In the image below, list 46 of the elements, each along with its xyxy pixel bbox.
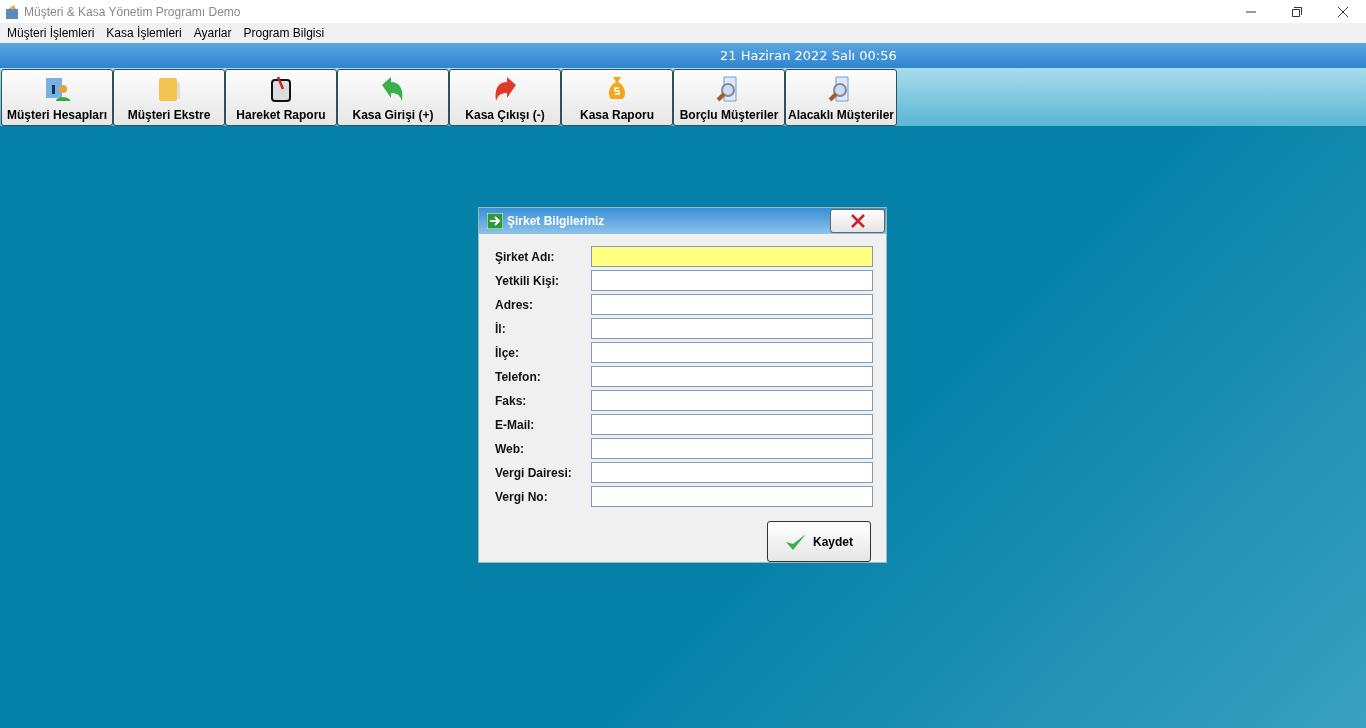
- text-field[interactable]: [590, 342, 873, 363]
- text-field[interactable]: [590, 318, 873, 339]
- text-field[interactable]: [590, 270, 873, 291]
- close-icon: [850, 214, 865, 228]
- toolbar-button[interactable]: Kasa Raporu: [561, 69, 673, 126]
- text-field[interactable]: [590, 366, 873, 387]
- toolbar-button[interactable]: Kasa Girişi (+): [337, 69, 449, 126]
- field-label: Şirket Adı:: [495, 249, 556, 264]
- field-label: Adres:: [495, 297, 534, 312]
- text-field[interactable]: [590, 414, 873, 435]
- text-field[interactable]: [590, 438, 873, 459]
- field-label: E-Mail:: [495, 417, 536, 432]
- restore-icon: [1292, 6, 1302, 17]
- menu-item[interactable]: Kasa İşlemleri: [100, 26, 188, 40]
- toolbar-button[interactable]: Kasa Çıkışı (-): [449, 69, 561, 126]
- text-field[interactable]: [590, 486, 873, 507]
- menu-item[interactable]: Müşteri İşlemleri: [1, 26, 101, 40]
- close-button[interactable]: [830, 209, 885, 233]
- field-label: Vergi No:: [495, 489, 549, 504]
- window-title: Müşteri & Kasa Yönetim Programı Demo: [24, 4, 241, 19]
- field-label: Telefon:: [495, 369, 542, 384]
- toolbar-button[interactable]: Müşteri Hesapları: [1, 69, 113, 126]
- text-field[interactable]: [590, 462, 873, 483]
- field-label: Yetkili Kişi:: [495, 273, 561, 288]
- field-label: İl:: [495, 321, 507, 336]
- app-icon: [4, 3, 20, 20]
- text-field[interactable]: [590, 294, 873, 315]
- field-label: Faks:: [495, 393, 528, 408]
- text-field[interactable]: [590, 390, 873, 411]
- save-button[interactable]: Kaydet: [767, 521, 871, 562]
- dialog-title: Şirket Bilgileriniz: [507, 214, 605, 228]
- menu-item[interactable]: Program Bilgisi: [237, 26, 331, 40]
- contact-card-icon: [43, 75, 71, 103]
- check-icon: [785, 531, 807, 552]
- field-label: İlçe:: [495, 345, 520, 360]
- toolbar-button[interactable]: Borçlu Müşteriler: [673, 69, 785, 126]
- toolbar-button[interactable]: Müşteri Ekstre: [113, 69, 225, 126]
- field-label: Web:: [495, 441, 526, 456]
- date-time: 21 Haziran 2022 Salı 00:56: [720, 48, 897, 63]
- toolbar-button[interactable]: Hareket Raporu: [225, 69, 337, 126]
- text-field[interactable]: [590, 246, 873, 267]
- menu-item[interactable]: Ayarlar: [187, 26, 238, 40]
- close-icon: [1338, 6, 1348, 17]
- toolbar-button[interactable]: Alacaklı Müşteriler: [785, 69, 897, 126]
- arrow-icon: [487, 213, 503, 229]
- field-label: Vergi Dairesi:: [495, 465, 573, 480]
